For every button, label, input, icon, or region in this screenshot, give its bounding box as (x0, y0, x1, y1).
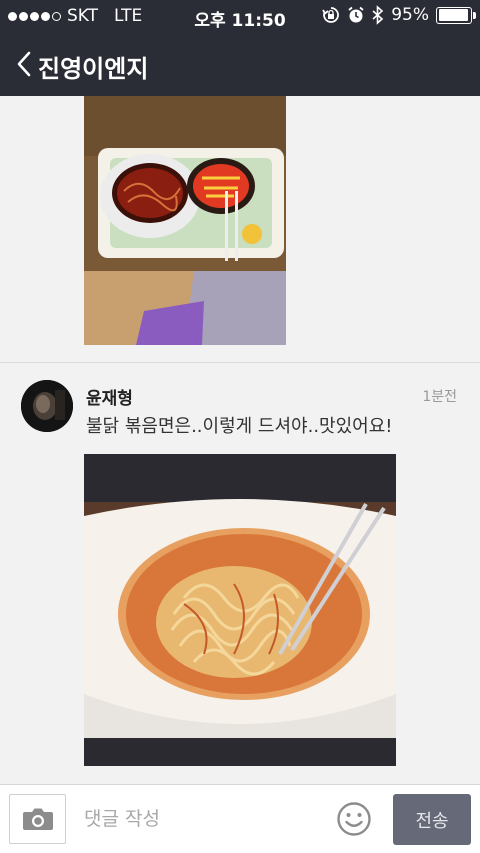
post-photo-noodle-tray[interactable] (84, 96, 286, 345)
emoji-button[interactable] (336, 801, 372, 837)
rotation-lock-icon (322, 7, 340, 23)
comment-feed[interactable]: 윤재형 1분전 불닭 볶음면은..이렇게 드셔야..맛있어요! (0, 96, 480, 784)
avatar[interactable] (21, 380, 73, 432)
top-bar: SKT LTE 오후 11:50 95% 진영이엔지 (0, 0, 480, 96)
battery-icon (436, 6, 476, 24)
send-button[interactable]: 전송 (393, 794, 471, 845)
comment-author[interactable]: 윤재형 (86, 384, 133, 409)
comment-item: 윤재형 1분전 불닭 볶음면은..이렇게 드셔야..맛있어요! (0, 378, 480, 458)
chevron-left-icon (17, 51, 31, 77)
bluetooth-icon (372, 5, 384, 25)
page-title[interactable]: 진영이엔지 (38, 49, 148, 84)
comment-composer: 전송 (0, 784, 480, 853)
comment-text: 불닭 볶음면은..이렇게 드셔야..맛있어요! (86, 416, 393, 437)
comment-input[interactable] (84, 803, 324, 835)
status-bar: SKT LTE 오후 11:50 95% (0, 0, 480, 32)
comment-photo-noodles[interactable] (84, 454, 396, 766)
smiley-icon (337, 802, 371, 836)
comment-time: 1분전 (422, 389, 457, 405)
nav-bar: 진영이엔지 (0, 32, 480, 96)
back-button[interactable] (10, 46, 38, 82)
camera-icon (22, 808, 53, 830)
battery-percent: 95% (391, 5, 429, 25)
camera-button[interactable] (9, 794, 66, 844)
divider (0, 362, 480, 363)
battery-fill (438, 9, 468, 21)
status-right: 95% (322, 5, 476, 25)
alarm-icon (348, 6, 364, 23)
